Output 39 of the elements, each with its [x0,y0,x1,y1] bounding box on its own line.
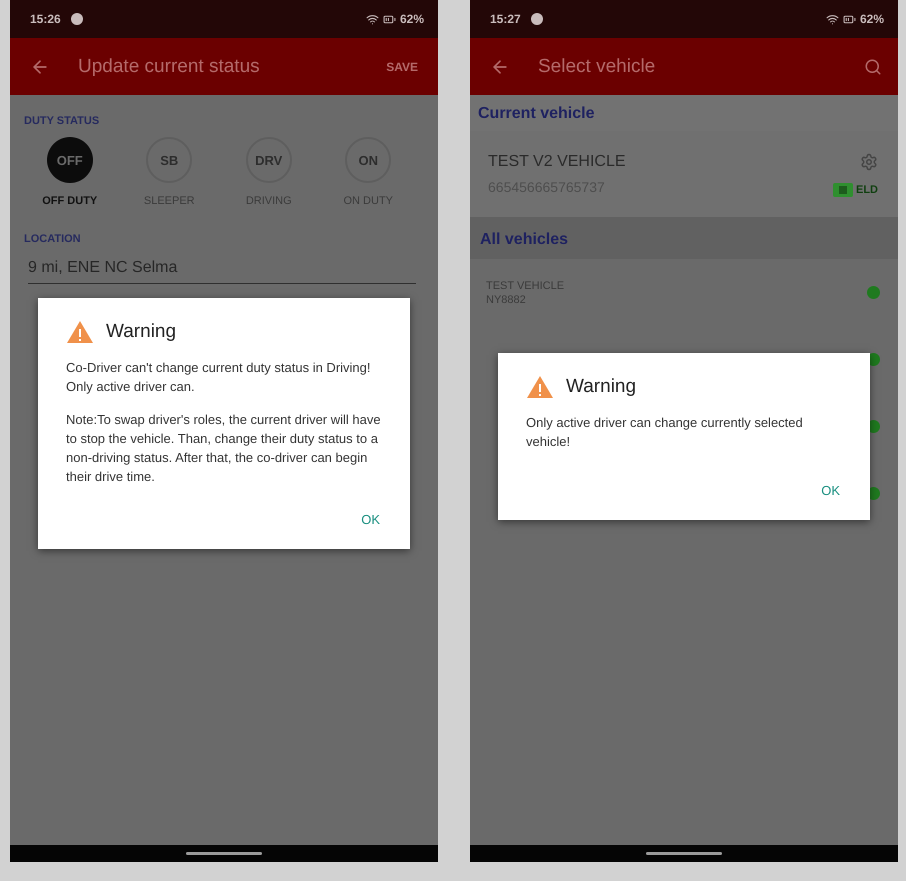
battery-icon [382,12,396,26]
wifi-icon [826,12,839,26]
battery-percent: 62% [400,12,424,26]
eld-label: ELD [856,184,878,196]
dialog-message: Only active driver can change currently selected vehicle! [526,414,804,451]
warning-icon [526,375,554,399]
home-handle[interactable] [646,852,722,855]
vehicle-name: TEST V2 VEHICLE [488,153,626,171]
duty-status-button[interactable]: ON [345,137,392,183]
section-header: All vehicles [470,217,898,259]
battery-icon [842,12,856,26]
wifi-icon [366,12,379,26]
settings-icon[interactable] [860,153,878,171]
duty-status-label: OFF DUTY [42,195,98,207]
duty-status-button[interactable]: SB [146,137,192,183]
dialog-title: Warning [566,376,636,398]
duty-status-button[interactable]: DRV [246,137,292,183]
clock: 15:26 [30,12,61,26]
notification-icon [530,13,543,25]
clock: 15:27 [490,12,521,26]
home-handle[interactable] [186,852,262,855]
notification-icon [70,13,83,25]
section-label: LOCATION [23,232,82,245]
dialog-message: Co-Driver can't change current duty status in Driving! Only active driver can. [66,359,372,396]
screen-title: Select vehicle [538,56,656,78]
warning-icon [66,320,94,344]
battery-percent: 62% [860,12,884,26]
ok-button[interactable]: OK [815,479,846,502]
ok-button[interactable]: OK [355,508,386,531]
section-header: Current vehicle [470,95,898,131]
search-button[interactable] [864,58,882,76]
screen-title: Update current status [78,56,261,78]
location-field[interactable]: 9 mi, ENE NC Selma [28,259,416,284]
section-label: DUTY STATUS [23,114,100,127]
device-icon [833,183,853,197]
duty-status-button[interactable]: OFF [46,137,93,183]
dialog-message: Note:To swap driver's roles, the current driver will have to stop the vehicle. Than, change their duty status to a non-driving status. After that, the co-driver can begin their drive time. [66,411,382,486]
save-button[interactable]: SAVE [382,56,422,78]
dialog-title: Warning [106,321,176,343]
